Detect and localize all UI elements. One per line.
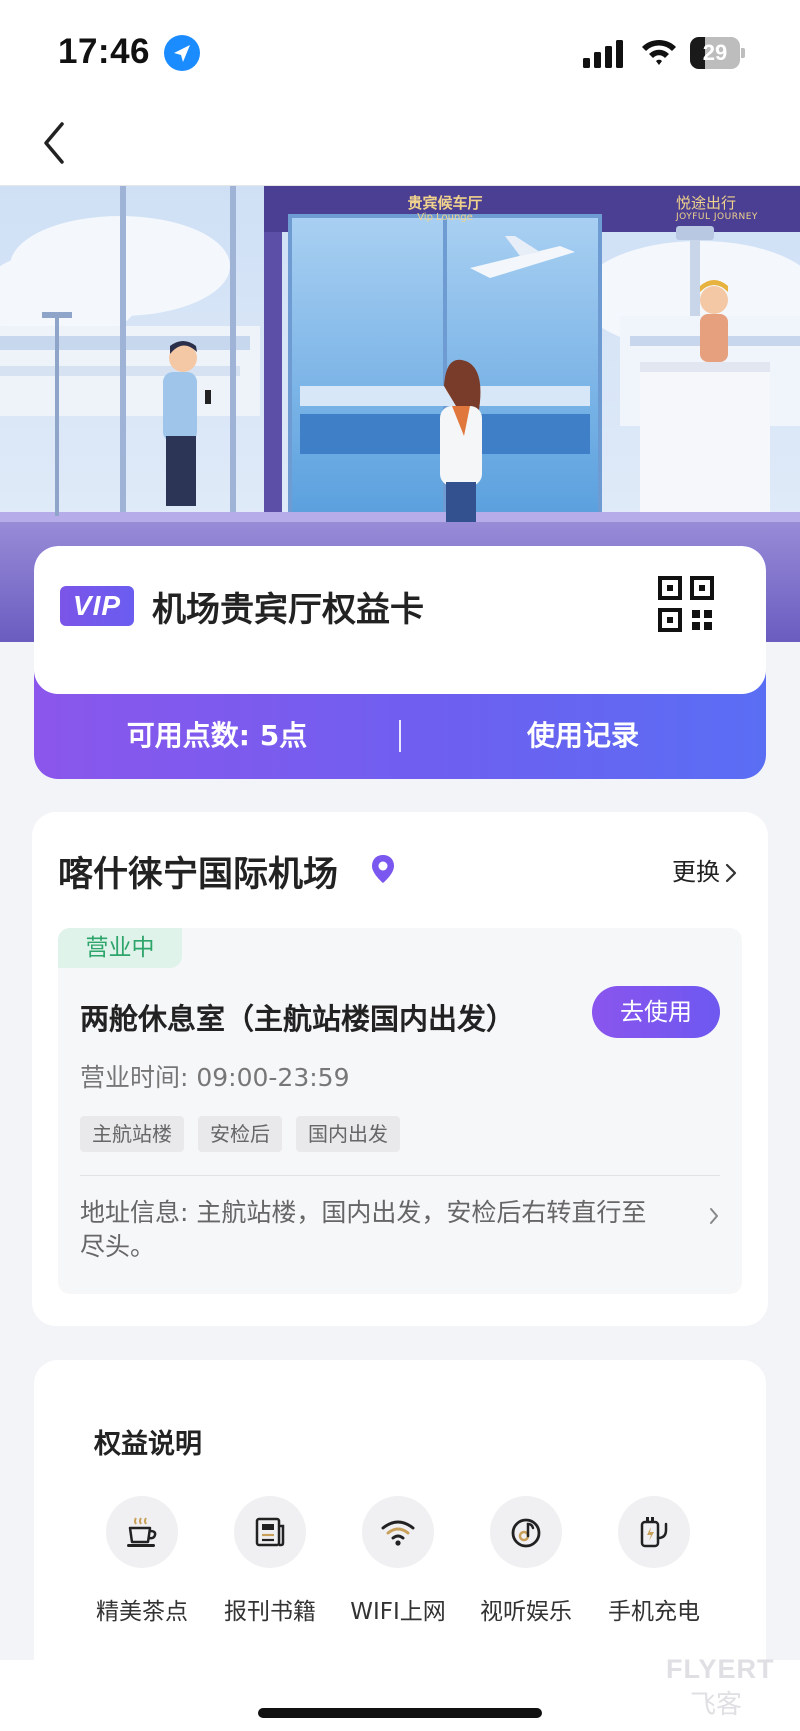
lounge-tag-terminal: 主航站楼 xyxy=(80,1116,184,1152)
brand-name-en: JOYFUL JOURNEY xyxy=(676,212,758,222)
use-lounge-button[interactable]: 去使用 xyxy=(592,986,720,1038)
battery-indicator: 29 xyxy=(690,37,746,69)
membership-card: VIP 机场贵宾厅权益卡 可用点数: 5点 使用记录 xyxy=(34,546,766,779)
benefit-label: 手机充电 xyxy=(608,1599,700,1625)
open-status-badge: 营业中 xyxy=(58,928,182,968)
chevron-right-icon xyxy=(725,863,737,883)
brand-name-cn: 悦途出行 xyxy=(676,194,737,212)
wifi-status-icon xyxy=(642,39,676,65)
change-airport-label: 更换 xyxy=(672,858,720,886)
airport-card: 喀什徕宁国际机场 更换 营业中 两舱休息室（主航站楼国内出发） 去使用 营业时间… xyxy=(32,812,768,1326)
lounge-tag-security: 安检后 xyxy=(198,1116,282,1152)
change-airport-button[interactable]: 更换 xyxy=(672,852,738,887)
newspaper-icon xyxy=(255,1517,285,1547)
wifi-icon xyxy=(381,1520,415,1546)
watermark-cn: 飞客 xyxy=(690,1689,743,1719)
charging-icon xyxy=(640,1517,668,1548)
vip-badge: VIP xyxy=(60,586,134,626)
watermark: FLYERT 飞客 xyxy=(664,1654,790,1719)
chevron-right-icon[interactable] xyxy=(708,1206,720,1226)
airport-name: 喀什徕宁国际机场 xyxy=(58,855,339,895)
usage-records-link[interactable]: 使用记录 xyxy=(400,714,766,754)
location-pin-icon xyxy=(372,855,394,883)
qr-code-icon[interactable] xyxy=(658,576,714,632)
benefit-tea: 精美茶点 xyxy=(78,1496,206,1626)
benefit-charging: 手机充电 xyxy=(590,1496,718,1626)
benefit-entertainment: 视听娱乐 xyxy=(462,1496,590,1626)
status-bar: 17:46 29 xyxy=(0,0,800,100)
watermark-en: FLYERT xyxy=(666,1654,775,1684)
card-title: 机场贵宾厅权益卡 xyxy=(152,590,424,630)
back-icon[interactable] xyxy=(34,118,84,168)
music-icon xyxy=(511,1518,541,1548)
benefit-newspaper: 报刊书籍 xyxy=(206,1496,334,1626)
card-header: VIP 机场贵宾厅权益卡 xyxy=(34,546,766,694)
opening-hours: 营业时间: 09:00-23:59 xyxy=(80,1063,350,1092)
benefits-title: 权益说明 xyxy=(94,1429,202,1460)
available-points: 可用点数: 5点 xyxy=(126,719,308,752)
home-indicator[interactable] xyxy=(258,1708,542,1718)
benefit-label: 视听娱乐 xyxy=(480,1599,572,1625)
cellular-signal-icon xyxy=(583,40,623,68)
divider xyxy=(80,1175,720,1176)
lounge-item[interactable]: 营业中 两舱休息室（主航站楼国内出发） 去使用 营业时间: 09:00-23:5… xyxy=(58,928,742,1294)
benefit-label: 精美茶点 xyxy=(96,1599,188,1625)
lounge-name: 两舱休息室（主航站楼国内出发） xyxy=(80,1002,516,1036)
benefit-label: WIFI上网 xyxy=(350,1599,446,1625)
benefits-card: 权益说明 精美茶点 报刊书籍 WIFI上网 视听娱乐 手机充电 xyxy=(34,1360,766,1660)
lounge-sign-cn: 贵宾候车厅 xyxy=(407,194,483,212)
status-time: 17:46 xyxy=(58,32,151,71)
location-arrow-icon xyxy=(164,35,200,71)
lounge-tag-domestic: 国内出发 xyxy=(296,1116,400,1152)
tea-icon xyxy=(127,1517,157,1547)
lounge-sign-en: Vip Lounge xyxy=(417,212,473,223)
nav-bar xyxy=(0,100,800,186)
benefit-wifi: WIFI上网 xyxy=(334,1496,462,1626)
benefit-label: 报刊书籍 xyxy=(224,1599,316,1625)
lounge-address: 地址信息: 主航站楼，国内出发，安检后右转直行至尽头。 xyxy=(80,1198,647,1261)
battery-level: 29 xyxy=(702,40,728,65)
